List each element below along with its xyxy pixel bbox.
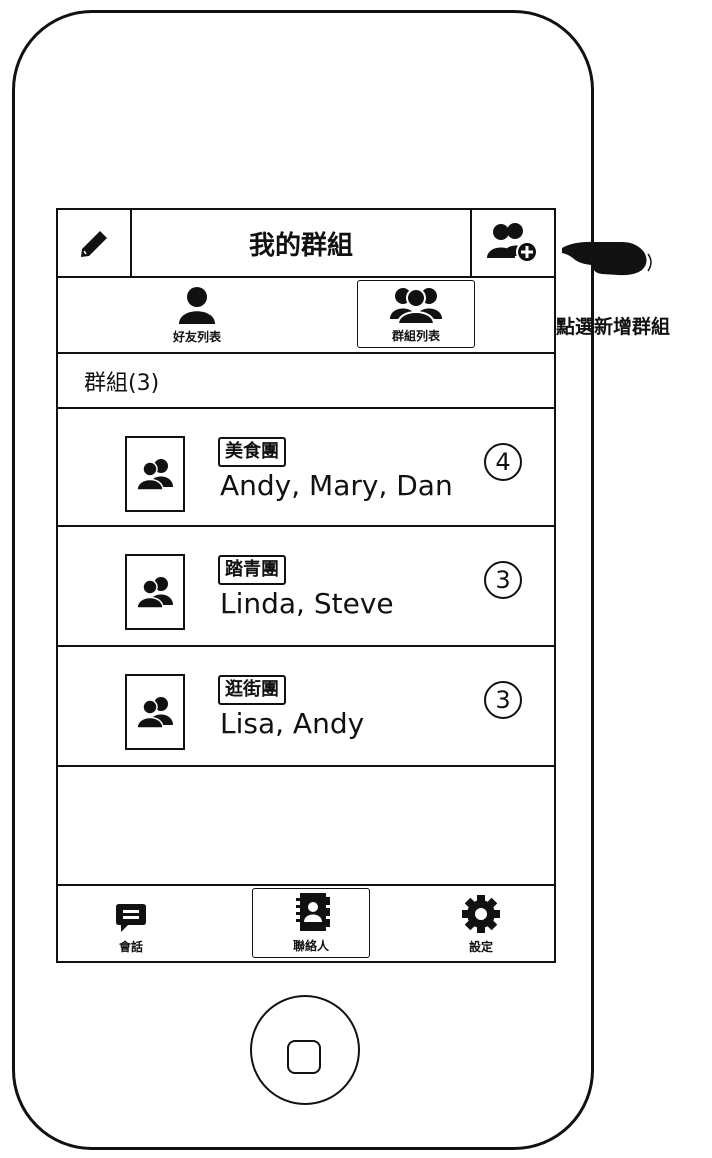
group-icon bbox=[390, 288, 442, 325]
tab-friends-label: 好友列表 bbox=[172, 330, 221, 344]
app-header: 我的群組 bbox=[58, 210, 554, 278]
group-row[interactable]: 美食團 Andy, Mary, Dan 4 bbox=[58, 407, 554, 527]
group-avatar bbox=[125, 674, 185, 750]
person-icon bbox=[179, 287, 215, 324]
group-avatar-icon bbox=[136, 697, 173, 729]
member-count-badge: 3 bbox=[484, 561, 522, 599]
group-members: Linda, Steve bbox=[220, 587, 394, 620]
member-count-badge: 4 bbox=[484, 443, 522, 481]
gear-icon bbox=[462, 895, 500, 933]
group-avatar bbox=[125, 554, 185, 630]
tab-settings[interactable]: 設定 bbox=[422, 888, 540, 958]
home-button-square bbox=[287, 1040, 321, 1074]
section-label: 群組(3) bbox=[84, 371, 160, 396]
group-name-tag: 美食團 bbox=[218, 437, 286, 467]
group-name-tag: 逛街團 bbox=[218, 675, 286, 705]
group-name-tag: 踏青團 bbox=[218, 555, 286, 585]
annotation-text: 點選新增群組 bbox=[556, 316, 671, 338]
tab-chat[interactable]: 會話 bbox=[72, 888, 190, 958]
page-title: 我的群組 bbox=[248, 230, 353, 261]
pointing-hand-icon bbox=[562, 241, 652, 276]
tab-groups-label: 群組列表 bbox=[391, 329, 440, 343]
group-members: Lisa, Andy bbox=[220, 707, 365, 740]
add-group-button[interactable] bbox=[470, 210, 554, 276]
tab-contacts[interactable]: 聯絡人 bbox=[252, 888, 370, 958]
bottom-tab-bar: 會話 聯絡人 設定 bbox=[58, 884, 554, 961]
group-members: Andy, Mary, Dan bbox=[220, 469, 453, 502]
add-group-icon bbox=[487, 223, 538, 263]
segment-control: 好友列表 群組列表 bbox=[58, 278, 554, 354]
tab-group-list[interactable]: 群組列表 bbox=[357, 280, 475, 348]
group-row[interactable]: 逛街團 Lisa, Andy 3 bbox=[58, 647, 554, 767]
edit-button[interactable] bbox=[58, 210, 132, 276]
member-count-badge: 3 bbox=[484, 681, 522, 719]
group-row[interactable]: 踏青團 Linda, Steve 3 bbox=[58, 527, 554, 647]
group-avatar-icon bbox=[136, 577, 173, 609]
pencil-icon bbox=[81, 231, 107, 257]
contacts-icon bbox=[296, 893, 330, 931]
tab-settings-label: 設定 bbox=[468, 940, 493, 954]
tab-contacts-label: 聯絡人 bbox=[292, 939, 329, 953]
group-avatar bbox=[125, 436, 185, 512]
tab-friends-list[interactable]: 好友列表 bbox=[138, 280, 256, 348]
group-avatar-icon bbox=[136, 459, 173, 491]
tab-chat-label: 會話 bbox=[118, 940, 143, 954]
app-screen: 我的群組 好友列表 群組列表 群組(3) 美食團 Andy, Mary, Dan… bbox=[56, 208, 556, 963]
chat-icon bbox=[116, 904, 146, 932]
